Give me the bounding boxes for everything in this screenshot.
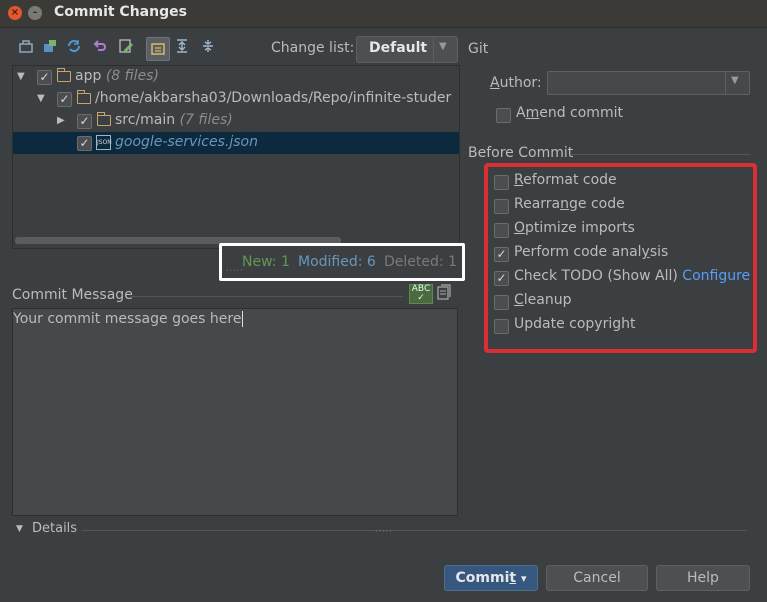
folder-icon [77, 90, 91, 104]
divider [131, 296, 403, 297]
commit-message-textarea[interactable]: Your commit message goes here [12, 308, 458, 516]
rearrange-code-checkbox[interactable] [494, 199, 509, 214]
edit-source-icon[interactable] [116, 38, 136, 58]
configure-link[interactable]: Configure [682, 268, 750, 284]
include-checkbox[interactable]: ✓ [77, 114, 92, 129]
refresh-icon[interactable] [64, 38, 84, 58]
reformat-code-checkbox[interactable] [494, 175, 509, 190]
tree-row-label: src/main [115, 112, 176, 128]
expand-arrow-icon[interactable]: ▼ [17, 71, 25, 82]
dropdown-separator [433, 37, 434, 62]
amend-commit-checkbox[interactable] [496, 108, 511, 123]
modified-count: Modified: 6 [298, 254, 376, 270]
resize-handle[interactable]: ····· [226, 266, 244, 275]
close-window-button[interactable]: × [8, 6, 22, 20]
divider [570, 154, 750, 155]
expand-all-icon[interactable] [172, 38, 192, 58]
chevron-down-icon: ▼ [439, 41, 447, 52]
commit-message-text: Your commit message goes here [13, 311, 242, 327]
change-list-dropdown[interactable]: Default ▼ [356, 36, 458, 63]
include-checkbox[interactable]: ✓ [57, 92, 72, 107]
tree-row-src-main[interactable]: ▶ ✓ src/main (7 files) [13, 110, 459, 132]
move-changelist-icon[interactable] [40, 38, 60, 58]
splitter-handle[interactable]: ····· [375, 527, 393, 536]
check-todo-label: Check TODO (Show All) [514, 268, 683, 284]
dropdown-separator [725, 72, 726, 94]
collapse-all-icon[interactable] [198, 38, 218, 58]
optimize-imports-checkbox[interactable] [494, 223, 509, 238]
group-by-directory-icon [151, 43, 165, 55]
chevron-down-icon: ▼ [731, 75, 739, 86]
include-checkbox[interactable]: ✓ [77, 136, 92, 151]
git-section-label: Git [468, 41, 489, 57]
commit-message-label: Commit Message [12, 287, 133, 303]
json-file-icon: JSON [96, 135, 112, 150]
chevron-down-icon: ▾ [520, 572, 527, 585]
tree-row-google-services[interactable]: ✓ JSON google-services.json [13, 132, 459, 154]
file-count: (8 files) [105, 68, 159, 84]
changed-files-tree[interactable]: ▼ ✓ app (8 files) ▼ ✓ /home/akbarsha03/D… [12, 65, 460, 249]
author-label: Author: [490, 75, 542, 91]
tree-row-label: google-services.json [115, 134, 258, 150]
minimize-window-button[interactable]: – [28, 6, 42, 20]
commit-diff-icon[interactable] [16, 38, 36, 58]
before-commit-section-label: Before Commit [468, 145, 574, 161]
new-count: New: 1 [242, 254, 290, 270]
change-stats-box: New: 1 Modified: 6 Deleted: 1 [219, 243, 465, 281]
window-title: Commit Changes [54, 4, 187, 20]
divider [82, 530, 747, 531]
change-list-label: Change list: [271, 40, 355, 56]
tree-row-label: app [75, 68, 102, 84]
title-bar: × – Commit Changes [0, 0, 767, 28]
spellcheck-icon[interactable]: ABC ✓ [409, 284, 433, 304]
commit-button[interactable]: Commit ▾ [444, 565, 538, 591]
message-history-icon[interactable] [437, 284, 453, 300]
expand-arrow-icon[interactable]: ▼ [37, 93, 45, 104]
include-checkbox[interactable]: ✓ [37, 70, 52, 85]
change-list-value: Default [369, 40, 428, 56]
cancel-button[interactable]: Cancel [546, 565, 648, 591]
group-by-directory-toggle[interactable] [146, 37, 170, 61]
help-button[interactable]: Help [656, 565, 750, 591]
perform-code-analysis-checkbox[interactable]: ✓ [494, 247, 509, 262]
author-dropdown[interactable]: ▼ [547, 71, 750, 95]
rollback-icon[interactable] [90, 38, 110, 58]
file-count: (7 files) [179, 112, 233, 128]
text-caret [242, 311, 244, 327]
details-toggle[interactable]: Details [32, 521, 77, 536]
tree-row-label: /home/akbarsha03/Downloads/Repo/infinite… [95, 90, 452, 106]
tree-row-app[interactable]: ▼ ✓ app (8 files) [13, 66, 459, 88]
collapse-arrow-icon[interactable]: ▶ [57, 115, 65, 126]
cleanup-checkbox[interactable] [494, 295, 509, 310]
details-expand-icon[interactable]: ▼ [16, 524, 23, 534]
module-folder-icon [57, 68, 71, 82]
tree-row-path[interactable]: ▼ ✓ /home/akbarsha03/Downloads/Repo/infi… [13, 88, 459, 110]
update-copyright-checkbox[interactable] [494, 319, 509, 334]
check-todo-checkbox[interactable]: ✓ [494, 271, 509, 286]
folder-icon [97, 112, 111, 126]
deleted-count: Deleted: 1 [384, 254, 457, 270]
